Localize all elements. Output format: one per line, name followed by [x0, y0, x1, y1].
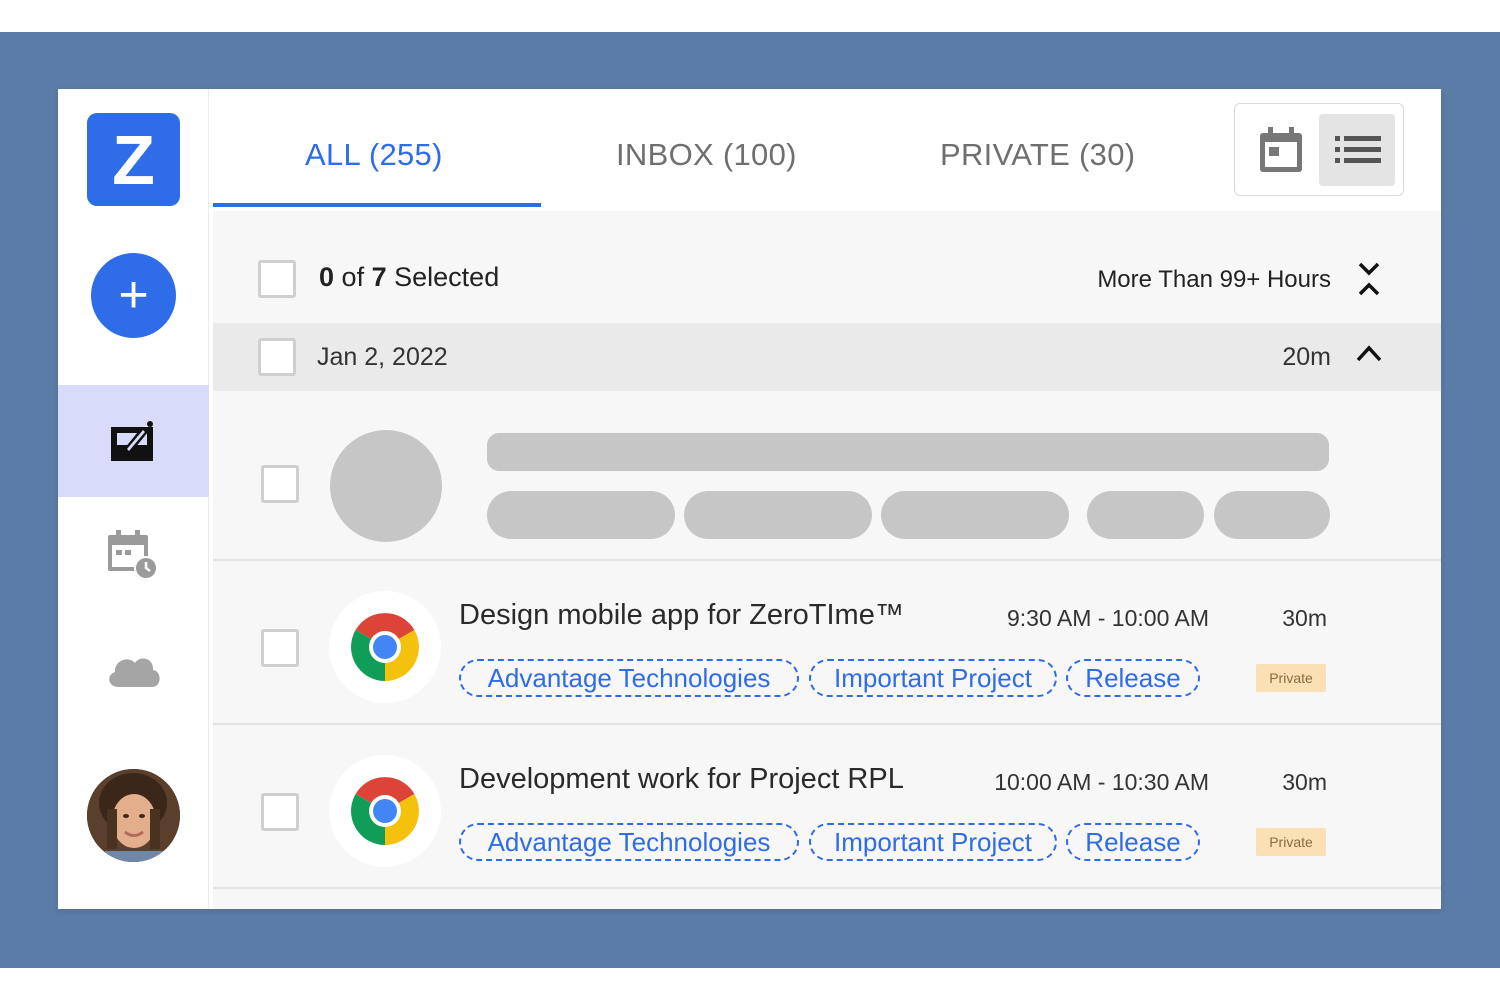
avatar[interactable] [87, 769, 180, 862]
edit-note-icon [111, 421, 153, 461]
calendar-view-button[interactable] [1243, 114, 1319, 186]
event-title: Design mobile app for ZeroTIme™ [459, 599, 904, 631]
user-photo-icon [87, 769, 180, 862]
selected-count: 0 [319, 262, 335, 292]
tab-bar: ALL (255) INBOX (100) PRIVATE (30) [210, 89, 1441, 211]
tab-all[interactable]: ALL (255) [305, 137, 443, 173]
sidebar-item-notes[interactable] [58, 385, 209, 497]
app-logo[interactable]: Z [87, 113, 180, 206]
chrome-icon [351, 613, 419, 681]
event-tag[interactable]: Important Project [809, 823, 1057, 861]
loading-placeholder-row [213, 391, 1441, 561]
event-time: 10:00 AM - 10:30 AM [994, 769, 1209, 795]
placeholder-tag [487, 491, 675, 539]
list-icon [1335, 136, 1381, 163]
add-button[interactable]: + [91, 253, 176, 338]
view-toggle [1234, 103, 1404, 196]
placeholder-title-bar [487, 433, 1329, 471]
tab-private[interactable]: PRIVATE (30) [940, 137, 1135, 173]
event-source-icon [329, 755, 441, 867]
event-tag[interactable]: Release [1066, 823, 1200, 861]
event-time: 9:30 AM - 10:00 AM [1006, 605, 1209, 631]
event-duration: 30m [1282, 769, 1327, 795]
date-group-date: Jan 2, 2022 [317, 343, 448, 371]
list-view-button[interactable] [1319, 114, 1395, 186]
event-row[interactable]: Development work for Project RPL 10:00 A… [213, 725, 1441, 889]
date-group-header[interactable]: Jan 2, 2022 20m [213, 323, 1441, 391]
cloud-icon [109, 658, 160, 687]
event-source-icon [329, 591, 441, 703]
private-badge: Private [1256, 664, 1326, 692]
event-duration: 30m [1282, 605, 1327, 631]
tab-inbox[interactable]: INBOX (100) [616, 137, 797, 173]
calendar-clock-icon [108, 530, 158, 580]
event-checkbox[interactable] [261, 629, 299, 667]
chrome-icon [351, 777, 419, 845]
event-title: Development work for Project RPL [459, 763, 904, 795]
date-group-checkbox[interactable] [258, 338, 296, 376]
event-tag[interactable]: Advantage Technologies [459, 823, 799, 861]
selection-suffix: Selected [394, 262, 500, 292]
chevron-up-icon[interactable] [1355, 343, 1383, 363]
calendar-icon [1260, 127, 1302, 172]
placeholder-avatar [330, 430, 442, 542]
date-group-duration: 20m [1282, 343, 1331, 371]
placeholder-tag [684, 491, 872, 539]
event-row[interactable]: Design mobile app for ZeroTIme™ 9:30 AM … [213, 561, 1441, 725]
duration-filter-label[interactable]: More Than 99+ Hours [1097, 266, 1331, 294]
main-panel: ALL (255) INBOX (100) PRIVATE (30) 0 of … [210, 89, 1441, 909]
sidebar: Z + [58, 89, 209, 909]
selection-count: 0 of 7 Selected [319, 262, 499, 293]
event-tag[interactable]: Release [1066, 659, 1200, 697]
placeholder-tag [881, 491, 1069, 539]
selection-total: 7 [371, 262, 387, 292]
event-tag[interactable]: Advantage Technologies [459, 659, 799, 697]
event-checkbox[interactable] [261, 793, 299, 831]
event-list: 0 of 7 Selected More Than 99+ Hours Jan … [213, 211, 1441, 909]
placeholder-tag [1087, 491, 1204, 539]
private-badge: Private [1256, 828, 1326, 856]
collapse-all-icon[interactable] [1357, 261, 1381, 297]
placeholder-tag [1214, 491, 1330, 539]
placeholder-checkbox[interactable] [261, 465, 299, 503]
selection-of: of [341, 262, 365, 292]
sidebar-item-cloud[interactable] [104, 649, 164, 691]
selection-bar: 0 of 7 Selected More Than 99+ Hours [213, 211, 1441, 323]
select-all-checkbox[interactable] [258, 260, 296, 298]
active-tab-indicator [213, 203, 541, 207]
sidebar-item-schedule[interactable] [106, 527, 162, 583]
event-tag[interactable]: Important Project [809, 659, 1057, 697]
app-window: Z + ALL (255) INBOX (100) PRIVATE (30) 0… [58, 89, 1441, 909]
